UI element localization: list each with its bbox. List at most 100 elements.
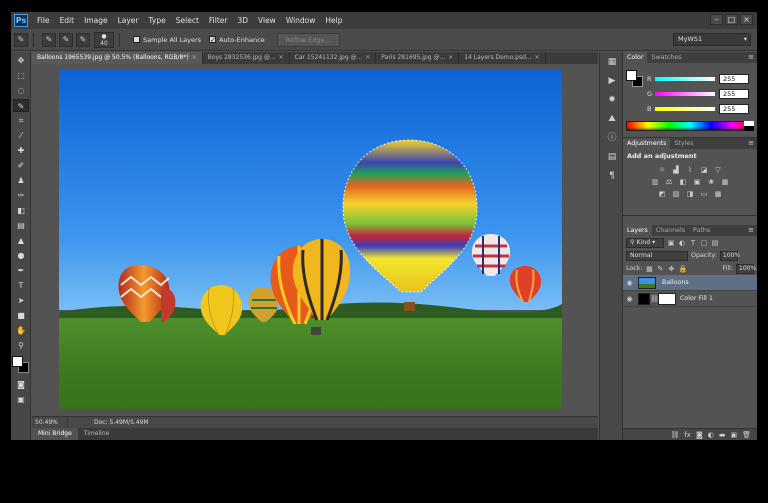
panel-menu-icon[interactable]: ≡ bbox=[748, 225, 754, 236]
gradient-map-icon[interactable]: ▭ bbox=[699, 190, 709, 199]
hue-saturation-icon[interactable]: ▥ bbox=[650, 178, 660, 187]
add-mask-icon[interactable]: ◙ bbox=[696, 429, 703, 440]
pen-tool-icon[interactable]: ✒ bbox=[13, 264, 29, 277]
quick-mask-icon[interactable]: ◙ bbox=[13, 378, 29, 391]
tab-layers[interactable]: Layers bbox=[623, 225, 652, 236]
red-value[interactable]: 255 bbox=[719, 73, 749, 84]
properties-icon[interactable]: ▤ bbox=[603, 151, 621, 164]
filter-smart-icon[interactable]: ▤ bbox=[711, 239, 719, 247]
channel-mixer-icon[interactable]: ❀ bbox=[706, 178, 716, 187]
new-adjustment-icon[interactable]: ◐ bbox=[708, 429, 714, 440]
opacity-field[interactable]: 100% bbox=[719, 250, 740, 261]
color-lookup-icon[interactable]: ▦ bbox=[720, 178, 730, 187]
vibrance-icon[interactable]: ▽ bbox=[713, 166, 723, 175]
gradient-tool-icon[interactable]: ▤ bbox=[13, 219, 29, 232]
filter-type-icon[interactable]: T bbox=[689, 239, 697, 247]
color-balance-icon[interactable]: ⚖ bbox=[664, 178, 674, 187]
green-slider[interactable] bbox=[655, 91, 715, 96]
threshold-icon[interactable]: ◨ bbox=[685, 190, 695, 199]
menu-type[interactable]: Type bbox=[144, 16, 171, 25]
zoom-tool-icon[interactable]: ⚲ bbox=[13, 339, 29, 352]
close-tab-icon[interactable]: × bbox=[279, 54, 284, 61]
zoom-level[interactable]: 50.49% bbox=[32, 417, 68, 428]
menu-view[interactable]: View bbox=[253, 16, 281, 25]
tool-preset-picker[interactable]: ✎ bbox=[14, 32, 28, 47]
eraser-tool-icon[interactable]: ◧ bbox=[13, 204, 29, 217]
tab-timeline[interactable]: Timeline bbox=[78, 428, 116, 440]
tab-paths[interactable]: Paths bbox=[689, 225, 714, 236]
menu-window[interactable]: Window bbox=[281, 16, 321, 25]
menu-filter[interactable]: Filter bbox=[204, 16, 233, 25]
new-selection-icon[interactable]: ✎ bbox=[42, 32, 56, 47]
levels-icon[interactable]: ▟ bbox=[671, 166, 681, 175]
color-panel-swatches[interactable] bbox=[626, 70, 643, 87]
lock-transparent-icon[interactable]: ▦ bbox=[645, 265, 653, 273]
dodge-tool-icon[interactable]: ● bbox=[13, 249, 29, 262]
doc-tab-paris[interactable]: Paris 281695.jpg @... × bbox=[376, 52, 460, 64]
paragraph-icon[interactable]: ¶ bbox=[603, 170, 621, 183]
tab-mini-bridge[interactable]: Mini Bridge bbox=[32, 428, 78, 440]
sample-all-layers-checkbox[interactable] bbox=[133, 36, 140, 43]
brush-presets-icon[interactable]: ✸ bbox=[603, 94, 621, 107]
quick-selection-tool-icon[interactable]: ✎ bbox=[13, 99, 29, 112]
screen-mode-icon[interactable]: ▣ bbox=[13, 393, 29, 406]
auto-enhance-checkbox[interactable] bbox=[209, 36, 217, 43]
fx-icon[interactable]: fx bbox=[684, 429, 691, 440]
blue-value[interactable]: 255 bbox=[719, 103, 749, 114]
filter-adjustment-icon[interactable]: ◐ bbox=[678, 239, 686, 247]
workspace-select[interactable]: MyWS1 bbox=[673, 33, 751, 46]
close-tab-icon[interactable]: × bbox=[448, 54, 453, 61]
color-spectrum[interactable] bbox=[626, 121, 754, 131]
clone-stamp-icon[interactable]: ♟ bbox=[13, 174, 29, 187]
new-group-icon[interactable]: ▬ bbox=[719, 429, 726, 440]
subtract-selection-icon[interactable]: ✎ bbox=[76, 32, 90, 47]
exposure-icon[interactable]: ◪ bbox=[699, 166, 709, 175]
add-to-selection-icon[interactable]: ✎ bbox=[59, 32, 73, 47]
close-tab-icon[interactable]: × bbox=[535, 54, 540, 61]
menu-file[interactable]: File bbox=[32, 16, 55, 25]
foreground-color[interactable] bbox=[12, 356, 23, 367]
green-value[interactable]: 255 bbox=[719, 88, 749, 99]
history-brush-icon[interactable]: ✑ bbox=[13, 189, 29, 202]
document-image[interactable] bbox=[59, 70, 562, 409]
menu-help[interactable]: Help bbox=[320, 16, 347, 25]
close-tab-icon[interactable]: × bbox=[365, 54, 370, 61]
crop-tool-icon[interactable]: ⌗ bbox=[13, 114, 29, 127]
close-button[interactable]: × bbox=[740, 14, 753, 25]
lock-position-icon[interactable]: ✥ bbox=[667, 265, 675, 273]
link-layers-icon[interactable]: ⛓ bbox=[670, 429, 679, 440]
tab-adjustments[interactable]: Adjustments bbox=[623, 138, 671, 149]
lock-all-icon[interactable]: 🔒 bbox=[678, 265, 687, 273]
layer-row-color-fill[interactable]: ◉ ⛓ Color Fill 1 bbox=[623, 291, 757, 307]
doc-tab-layers-demo[interactable]: 14 Layers Demo.psd... × bbox=[459, 52, 546, 64]
filter-pixel-icon[interactable]: ▣ bbox=[667, 239, 675, 247]
layer-row-balloons[interactable]: ◉ Balloons bbox=[623, 275, 757, 291]
doc-tab-car[interactable]: Car 15241132.jpg @... × bbox=[290, 52, 377, 64]
selective-color-icon[interactable]: ▩ bbox=[713, 190, 723, 199]
maximize-button[interactable]: □ bbox=[725, 14, 738, 25]
visibility-eye-icon[interactable]: ◉ bbox=[623, 295, 636, 303]
healing-brush-icon[interactable]: ✚ bbox=[13, 144, 29, 157]
posterize-icon[interactable]: ▨ bbox=[671, 190, 681, 199]
path-selection-icon[interactable]: ➤ bbox=[13, 294, 29, 307]
marquee-tool-icon[interactable]: ⬚ bbox=[13, 69, 29, 82]
history-icon[interactable]: ▦ bbox=[603, 56, 621, 69]
canvas-area[interactable] bbox=[32, 64, 598, 426]
menu-image[interactable]: Image bbox=[79, 16, 113, 25]
info-icon[interactable]: ⓘ bbox=[603, 132, 621, 145]
visibility-eye-icon[interactable]: ◉ bbox=[623, 279, 636, 287]
photo-filter-icon[interactable]: ▣ bbox=[692, 178, 702, 187]
tab-color[interactable]: Color bbox=[623, 52, 648, 63]
layer-name[interactable]: Balloons bbox=[662, 279, 689, 286]
move-tool-icon[interactable]: ✥ bbox=[13, 54, 29, 67]
hand-tool-icon[interactable]: ✋ bbox=[13, 324, 29, 337]
eyedropper-tool-icon[interactable]: ⁄ bbox=[13, 129, 29, 142]
menu-3d[interactable]: 3D bbox=[232, 16, 253, 25]
clone-source-icon[interactable]: ⛰ bbox=[603, 113, 621, 126]
menu-edit[interactable]: Edit bbox=[55, 16, 80, 25]
blend-mode-select[interactable]: Normal bbox=[626, 250, 688, 261]
shape-tool-icon[interactable]: ■ bbox=[13, 309, 29, 322]
tab-swatches[interactable]: Swatches bbox=[647, 52, 685, 63]
panel-menu-icon[interactable]: ≡ bbox=[748, 138, 754, 149]
brush-tool-icon[interactable]: ✐ bbox=[13, 159, 29, 172]
